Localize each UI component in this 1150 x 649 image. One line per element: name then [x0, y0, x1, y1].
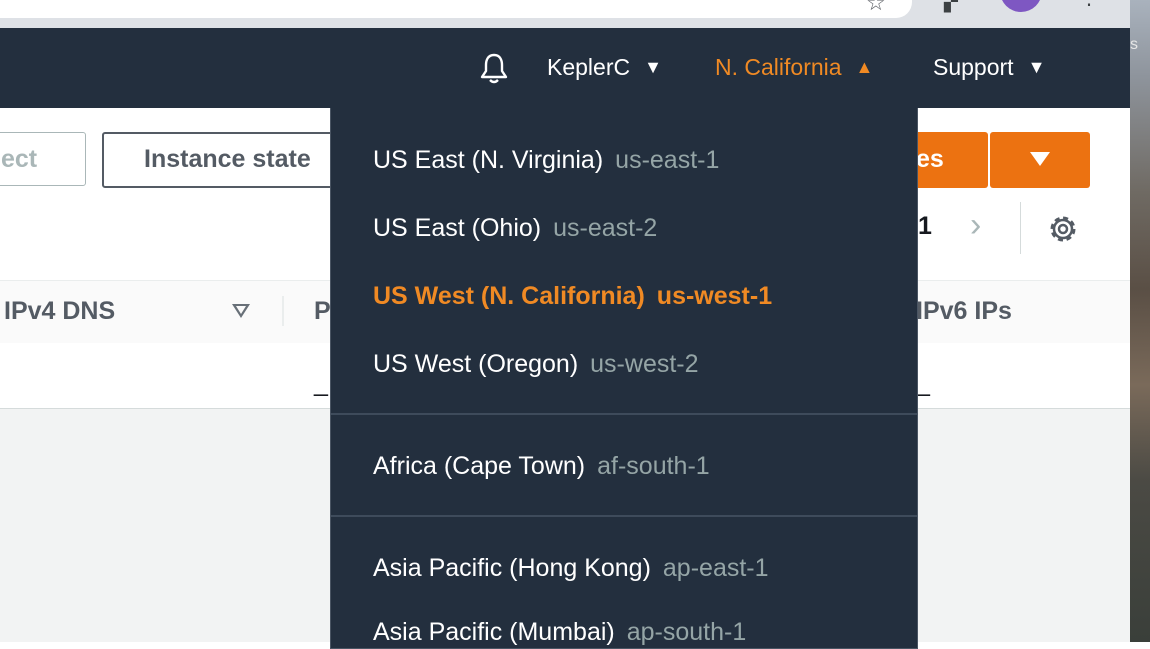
region-code: us-east-2 — [553, 214, 658, 242]
gear-icon[interactable] — [1046, 212, 1080, 246]
region-option-us-east-1[interactable]: US East (N. Virginia) us-east-1 — [373, 146, 719, 175]
column-header-ipv4-dns[interactable]: IPv4 DNS — [4, 297, 115, 326]
region-name: US West (N. California) — [373, 282, 645, 310]
wallpaper-text: s — [1130, 36, 1138, 53]
region-dropdown-menu: US East (N. Virginia) us-east-1 US East (… — [330, 108, 918, 649]
sort-icon[interactable] — [232, 304, 250, 318]
puzzle-icon[interactable]: ▞ — [944, 0, 970, 12]
column-header-partial[interactable]: P — [314, 297, 331, 326]
region-code: ap-east-1 — [662, 554, 769, 582]
address-bar[interactable] — [0, 0, 912, 18]
menu-divider — [331, 515, 917, 517]
caret-down-icon — [1030, 152, 1050, 166]
kebab-icon[interactable]: ⋮ — [1079, 0, 1099, 8]
filter-input[interactable]: ect — [0, 132, 86, 186]
desktop-wallpaper — [1130, 0, 1150, 642]
region-option-us-west-2[interactable]: US West (Oregon) us-west-2 — [373, 350, 699, 379]
region-name: US West (Oregon) — [373, 350, 579, 378]
bell-icon[interactable] — [476, 50, 512, 86]
account-menu-button[interactable]: KeplerC ▼ — [547, 54, 662, 81]
region-name: Asia Pacific (Hong Kong) — [373, 554, 651, 582]
caret-down-icon: ▼ — [644, 57, 662, 77]
region-code: us-west-2 — [590, 350, 699, 378]
star-icon[interactable]: ☆ — [866, 0, 886, 16]
pagination-current[interactable]: 1 — [918, 212, 932, 241]
region-name: Africa (Cape Town) — [373, 452, 586, 480]
region-option-af-south-1[interactable]: Africa (Cape Town) af-south-1 — [373, 452, 710, 481]
support-menu-button[interactable]: Support ▼ — [933, 54, 1045, 81]
region-label: N. California — [715, 54, 842, 80]
region-option-us-west-1[interactable]: US West (N. California) us-west-1 — [373, 282, 772, 311]
filter-text: ect — [1, 145, 38, 173]
instance-state-label: Instance state — [144, 145, 311, 173]
region-option-ap-south-1[interactable]: Asia Pacific (Mumbai) ap-south-1 — [373, 618, 746, 647]
support-label: Support — [933, 54, 1014, 80]
launch-button-label: es — [916, 145, 944, 173]
column-header-ipv6[interactable]: IPv6 IPs — [916, 297, 1012, 326]
region-code: us-west-1 — [656, 282, 773, 310]
chevron-right-icon[interactable]: › — [970, 206, 981, 245]
menu-divider — [331, 413, 917, 415]
column-resizer[interactable] — [282, 296, 284, 326]
region-option-ap-east-1[interactable]: Asia Pacific (Hong Kong) ap-east-1 — [373, 554, 769, 583]
browser-toolbar: ☆ ▞ ⋮ — [0, 0, 1130, 28]
table-cell: _ — [314, 369, 328, 397]
profile-avatar[interactable] — [1000, 0, 1042, 12]
launch-dropdown-button[interactable] — [990, 132, 1090, 188]
caret-up-icon: ▲ — [855, 57, 874, 77]
caret-down-icon: ▼ — [1027, 57, 1046, 77]
region-name: US East (Ohio) — [373, 214, 542, 242]
region-option-us-east-2[interactable]: US East (Ohio) us-east-2 — [373, 214, 657, 243]
region-menu-button[interactable]: N. California ▲ — [715, 54, 873, 81]
region-name: US East (N. Virginia) — [373, 146, 604, 174]
table-cell: _ — [916, 369, 930, 397]
region-code: af-south-1 — [597, 452, 710, 480]
divider — [1020, 202, 1021, 254]
region-code: us-east-1 — [615, 146, 720, 174]
account-label: KeplerC — [547, 54, 631, 80]
